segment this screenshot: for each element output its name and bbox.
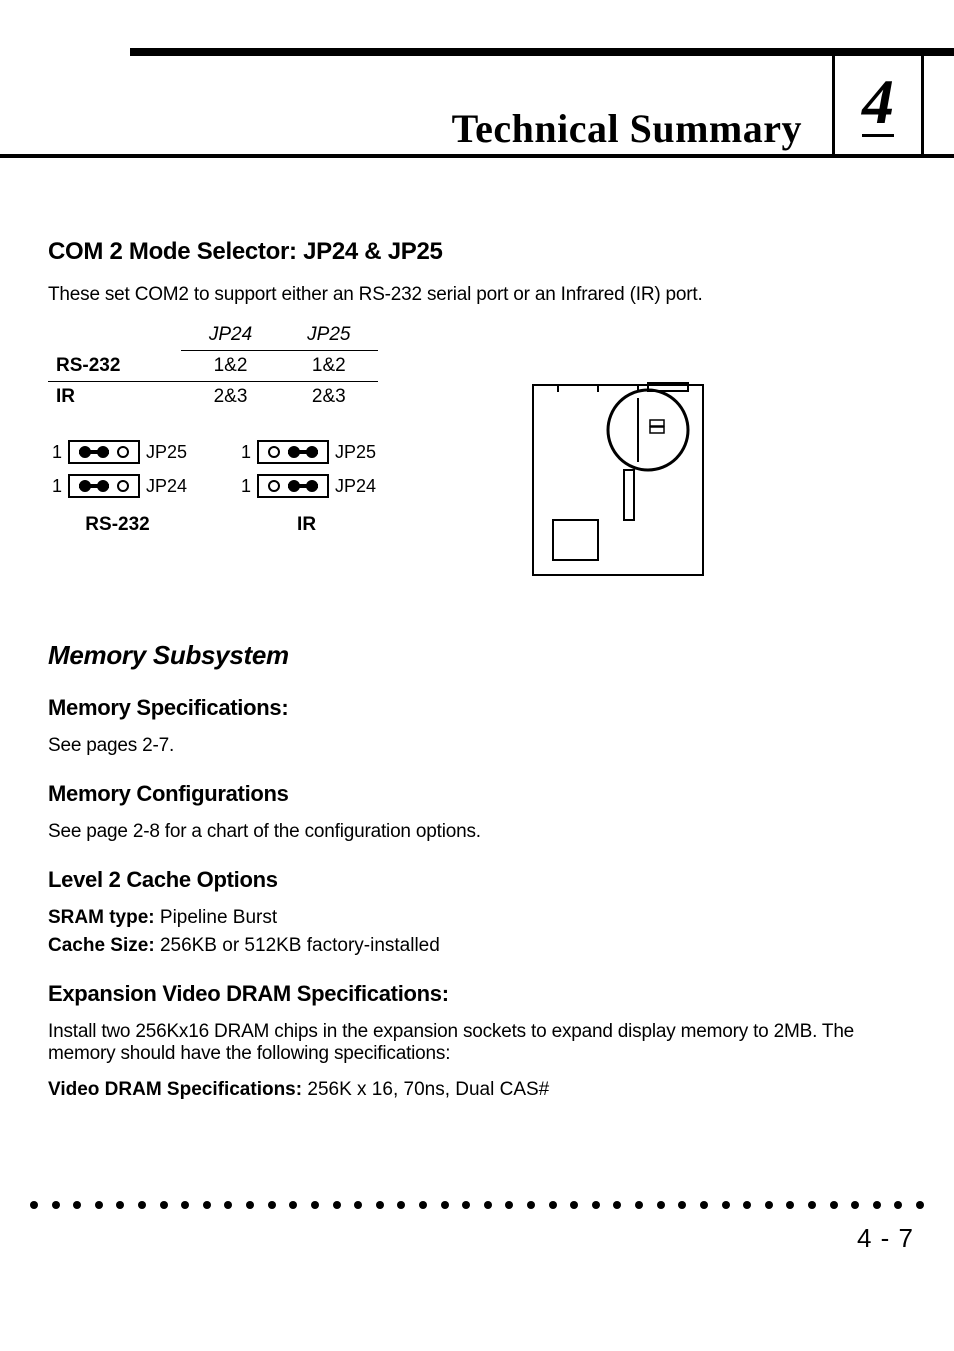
jumper-diag-rs232: 1 JP25 1	[48, 440, 187, 536]
jumper-row1-jp25: 2&3	[280, 382, 378, 413]
pin1-label: 1	[237, 442, 251, 463]
ir-mode-label: IR	[297, 514, 316, 536]
footer-dots	[0, 1201, 954, 1209]
jumper-row1-jp24: 2&3	[181, 382, 279, 413]
jumper-col-jp25: JP25	[280, 320, 378, 351]
jumper-name: JP24	[335, 476, 376, 497]
l2cache-heading: Level 2 Cache Options	[48, 867, 906, 893]
motherboard-diagram-icon	[528, 380, 708, 580]
memspecs-heading: Memory Specifications:	[48, 695, 906, 721]
sram-line: SRAM type: Pipeline Burst	[48, 907, 906, 929]
jumper-diagrams: 1 JP25 1	[48, 440, 448, 536]
memconfig-heading: Memory Configurations	[48, 781, 906, 807]
jumper-diag-ir: 1 JP25 1	[237, 440, 376, 536]
jumper-row1-label: IR	[48, 382, 181, 413]
jumper-name: JP25	[335, 442, 376, 463]
chapter-box: 4	[832, 48, 924, 158]
jumper-box-icon	[68, 474, 140, 498]
jumper-box-icon	[257, 474, 329, 498]
page: Technical Summary 4 COM 2 Mode Selector:…	[0, 48, 954, 1254]
ir-jp25-row: 1 JP25	[237, 440, 376, 464]
video-spec-value: 256K x 16, 70ns, Dual CAS#	[307, 1079, 549, 1100]
cache-line: Cache Size: 256KB or 512KB factory-insta…	[48, 935, 906, 957]
video-heading: Expansion Video DRAM Specifications:	[48, 981, 906, 1007]
jumper-row0-label: RS-232	[48, 351, 181, 382]
page-number: 4 - 7	[0, 1223, 954, 1254]
jumper-box-icon	[257, 440, 329, 464]
memconfig-text: See page 2-8 for a chart of the configur…	[48, 821, 906, 843]
pin1-label: 1	[48, 476, 62, 497]
jumper-name: JP24	[146, 476, 187, 497]
jumper-box-icon	[68, 440, 140, 464]
chapter-number: 4	[862, 70, 894, 137]
memory-section-heading: Memory Subsystem	[48, 640, 906, 671]
content: COM 2 Mode Selector: JP24 & JP25 These s…	[0, 158, 954, 1101]
pin1-label: 1	[237, 476, 251, 497]
com2-intro: These set COM2 to support either an RS-2…	[48, 284, 906, 306]
rs232-jp24-row: 1 JP24	[48, 474, 187, 498]
ir-jp24-row: 1 JP24	[237, 474, 376, 498]
rs232-jp25-row: 1 JP25	[48, 440, 187, 464]
rs232-mode-label: RS-232	[85, 514, 149, 536]
page-title: Technical Summary	[452, 105, 802, 158]
jumper-table: JP24 JP25 RS-232 1&2 1&2 IR 2&3 2&3	[48, 320, 378, 412]
jumper-table-corner	[48, 320, 181, 351]
com2-heading: COM 2 Mode Selector: JP24 & JP25	[48, 238, 906, 266]
page-header: Technical Summary 4	[0, 48, 954, 158]
video-spec-label: Video DRAM Specifications:	[48, 1079, 302, 1100]
com2-left: JP24 JP25 RS-232 1&2 1&2 IR 2&3 2&3	[48, 320, 448, 536]
jumper-row0-jp24: 1&2	[181, 351, 279, 382]
jumper-col-jp24: JP24	[181, 320, 279, 351]
video-spec-line: Video DRAM Specifications: 256K x 16, 70…	[48, 1079, 906, 1101]
jumper-row0-jp25: 1&2	[280, 351, 378, 382]
sram-value: Pipeline Burst	[160, 907, 277, 928]
pin1-label: 1	[48, 442, 62, 463]
cache-value: 256KB or 512KB factory-installed	[160, 935, 440, 956]
sram-label: SRAM type:	[48, 907, 155, 928]
memspecs-text: See pages 2-7.	[48, 735, 906, 757]
video-text: Install two 256Kx16 DRAM chips in the ex…	[48, 1021, 906, 1065]
jumper-name: JP25	[146, 442, 187, 463]
com2-section: JP24 JP25 RS-232 1&2 1&2 IR 2&3 2&3	[48, 320, 906, 580]
cache-label: Cache Size:	[48, 935, 155, 956]
